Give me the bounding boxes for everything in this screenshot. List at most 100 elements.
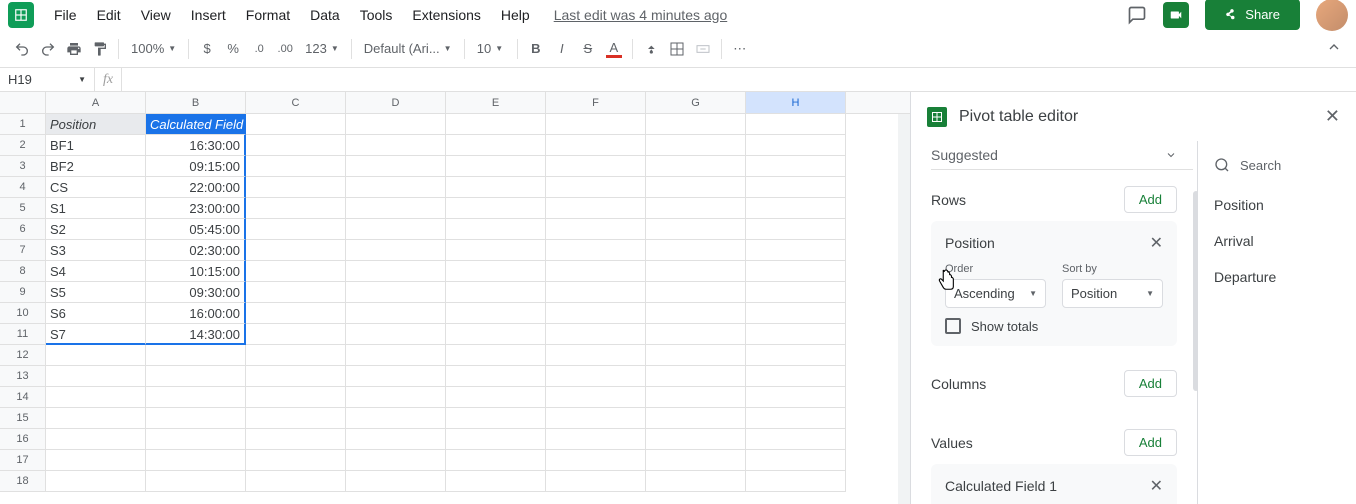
cell[interactable] xyxy=(546,198,646,219)
row-header[interactable]: 7 xyxy=(0,240,46,261)
cell[interactable] xyxy=(446,114,546,135)
cell[interactable] xyxy=(446,303,546,324)
row-header[interactable]: 13 xyxy=(0,366,46,387)
cell[interactable] xyxy=(646,303,746,324)
cell[interactable] xyxy=(646,450,746,471)
cell[interactable] xyxy=(746,261,846,282)
cell[interactable] xyxy=(246,387,346,408)
bold-button[interactable]: B xyxy=(524,37,548,61)
collapse-toolbar-button[interactable] xyxy=(1322,35,1346,62)
cell[interactable] xyxy=(246,366,346,387)
order-select[interactable]: Ascending▼ xyxy=(945,279,1046,308)
cell[interactable]: 05:45:00 xyxy=(146,219,246,240)
menu-file[interactable]: File xyxy=(46,3,85,27)
cell[interactable] xyxy=(446,261,546,282)
currency-button[interactable]: $ xyxy=(195,37,219,61)
cell[interactable] xyxy=(346,261,446,282)
cell[interactable] xyxy=(246,408,346,429)
borders-button[interactable] xyxy=(665,37,689,61)
cell[interactable] xyxy=(246,219,346,240)
cell[interactable] xyxy=(746,471,846,492)
menu-extensions[interactable]: Extensions xyxy=(404,3,488,27)
cell[interactable] xyxy=(346,156,446,177)
col-header-g[interactable]: G xyxy=(646,92,746,113)
row-header[interactable]: 1 xyxy=(0,114,46,135)
cell[interactable]: S2 xyxy=(46,219,146,240)
editor-close-button[interactable]: ✕ xyxy=(1325,106,1340,127)
cell[interactable] xyxy=(346,366,446,387)
cell[interactable] xyxy=(446,429,546,450)
cell[interactable] xyxy=(246,303,346,324)
menu-edit[interactable]: Edit xyxy=(89,3,129,27)
cell[interactable] xyxy=(746,114,846,135)
cell[interactable] xyxy=(746,135,846,156)
merge-button[interactable] xyxy=(691,37,715,61)
spreadsheet-grid[interactable]: A B C D E F G H 1PositionCalculated Fiel… xyxy=(0,92,910,504)
formula-bar-input[interactable] xyxy=(121,68,1356,91)
row-header[interactable]: 6 xyxy=(0,219,46,240)
cell[interactable]: S5 xyxy=(46,282,146,303)
cell[interactable] xyxy=(446,135,546,156)
cell[interactable] xyxy=(746,408,846,429)
cell[interactable] xyxy=(246,177,346,198)
row-header[interactable]: 3 xyxy=(0,156,46,177)
cell[interactable] xyxy=(646,471,746,492)
col-header-h[interactable]: H xyxy=(746,92,846,113)
cell[interactable] xyxy=(746,177,846,198)
menu-help[interactable]: Help xyxy=(493,3,538,27)
cell[interactable]: 09:15:00 xyxy=(146,156,246,177)
cell[interactable]: 10:15:00 xyxy=(146,261,246,282)
cell[interactable] xyxy=(546,429,646,450)
cell[interactable]: S4 xyxy=(46,261,146,282)
select-all-corner[interactable] xyxy=(0,92,46,113)
cell[interactable] xyxy=(346,114,446,135)
cell[interactable] xyxy=(346,177,446,198)
col-header-e[interactable]: E xyxy=(446,92,546,113)
cell[interactable] xyxy=(346,450,446,471)
cell[interactable] xyxy=(246,324,346,345)
values-add-button[interactable]: Add xyxy=(1124,429,1177,456)
row-header[interactable]: 12 xyxy=(0,345,46,366)
row-header[interactable]: 4 xyxy=(0,177,46,198)
cell[interactable] xyxy=(746,282,846,303)
cell[interactable] xyxy=(346,240,446,261)
col-header-f[interactable]: F xyxy=(546,92,646,113)
cell[interactable] xyxy=(746,156,846,177)
cell[interactable] xyxy=(46,345,146,366)
cell[interactable] xyxy=(446,345,546,366)
fields-search[interactable]: Search xyxy=(1214,153,1340,187)
cell[interactable] xyxy=(746,219,846,240)
strikethrough-button[interactable]: S xyxy=(576,37,600,61)
cell[interactable]: CS xyxy=(46,177,146,198)
cell[interactable] xyxy=(346,303,446,324)
rows-add-button[interactable]: Add xyxy=(1124,186,1177,213)
font-size-dropdown[interactable]: 10▼ xyxy=(471,37,511,61)
undo-button[interactable] xyxy=(10,37,34,61)
cell[interactable] xyxy=(646,156,746,177)
cell[interactable] xyxy=(646,429,746,450)
col-header-c[interactable]: C xyxy=(246,92,346,113)
cell[interactable]: 16:30:00 xyxy=(146,135,246,156)
cell[interactable] xyxy=(146,345,246,366)
row-header[interactable]: 9 xyxy=(0,282,46,303)
sheet-scrollbar[interactable] xyxy=(898,114,910,504)
row-header[interactable]: 2 xyxy=(0,135,46,156)
row-header[interactable]: 11 xyxy=(0,324,46,345)
cell[interactable]: S3 xyxy=(46,240,146,261)
cell[interactable] xyxy=(546,135,646,156)
col-header-a[interactable]: A xyxy=(46,92,146,113)
cell[interactable] xyxy=(146,429,246,450)
fill-color-button[interactable] xyxy=(639,37,663,61)
more-button[interactable]: ⋯ xyxy=(728,37,752,61)
cell[interactable] xyxy=(346,471,446,492)
cell[interactable] xyxy=(546,156,646,177)
cell[interactable] xyxy=(646,240,746,261)
increase-decimal-button[interactable]: .00 xyxy=(273,37,297,61)
zoom-dropdown[interactable]: 100%▼ xyxy=(125,37,182,61)
share-button[interactable]: Share xyxy=(1205,0,1300,30)
cell[interactable] xyxy=(46,387,146,408)
cell[interactable] xyxy=(246,429,346,450)
cell[interactable] xyxy=(46,429,146,450)
cell[interactable] xyxy=(546,114,646,135)
cell[interactable] xyxy=(146,408,246,429)
